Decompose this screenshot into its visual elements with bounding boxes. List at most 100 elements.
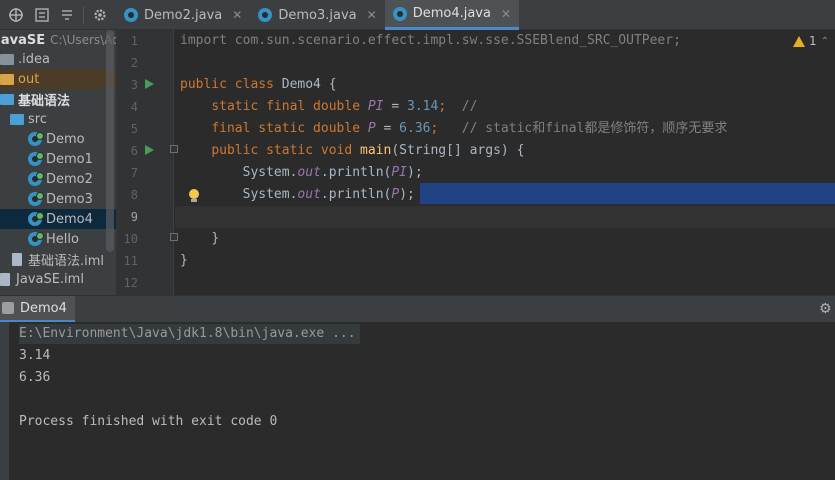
fold-marker-icon[interactable] [170,145,178,153]
tree-item-demo1[interactable]: Demo1 [0,149,116,169]
console-output-line: 3.14 [19,348,51,363]
tree-item-module[interactable]: 基础语法 [0,89,116,109]
tab-demo2[interactable]: Demo2.java ✕ [116,0,250,30]
run-config-icon [2,302,14,314]
class-icon [124,8,138,22]
code-line-3: public class Demo4 { [180,77,337,92]
tree-item-label: src [28,111,47,127]
close-icon[interactable]: ✕ [367,8,377,22]
console-finish-line: Process finished with exit code 0 [19,414,278,429]
run-tab-label: Demo4 [20,300,67,316]
tree-item-label: Demo [46,131,85,147]
gear-icon[interactable]: ⚙ [819,302,833,316]
line-number: 7 [130,166,138,180]
tree-scrollbar[interactable] [106,30,114,252]
toolbar-divider [83,6,85,24]
tree-item-label: 基础语法.iml [28,253,105,269]
iml-file-icon [12,252,22,266]
run-panel-header: Demo4 ⚙ [0,295,835,323]
caret-line-highlight [175,206,835,228]
inspection-widget[interactable]: 1 ⌃ [792,34,829,48]
console-output-line: 6.36 [19,370,51,385]
run-tab[interactable]: Demo4 [0,296,75,323]
project-tree: JavaSE C:\Users\Adm .idea out 基础语法 src D… [0,30,116,295]
editor-gutter: 1 2 3 4 5 6 7 8 9 10 11 12 [116,30,174,295]
tree-item-demo3[interactable]: Demo3 [0,189,116,209]
tree-item-module-iml[interactable]: 基础语法.iml [0,249,116,269]
chevron-down-icon: ⌃ [820,35,829,47]
tree-item-label: JavaSE.iml [16,271,84,287]
tab-label: Demo3.java [278,7,357,23]
line-number: 2 [130,56,138,70]
tree-item-label: Hello [46,231,79,247]
line-number: 6 [130,144,138,158]
code-line-10: } [211,231,220,246]
tree-item-demo2[interactable]: Demo2 [0,169,116,189]
tree-item-demo[interactable]: Demo [0,129,116,149]
class-icon [28,152,44,166]
tree-root[interactable]: JavaSE C:\Users\Adm [0,30,116,50]
project-toolbar [0,0,116,30]
class-icon [28,232,44,246]
code-line-6: public static void main(String[] args) { [211,143,525,158]
tree-item-javase-iml[interactable]: JavaSE.iml [0,269,116,289]
selection-highlight [420,183,835,204]
line-number: 5 [130,122,138,136]
folder-icon [0,73,14,85]
tree-item-label: Demo2 [46,171,93,187]
tab-label: Demo2.java [144,7,223,23]
tab-demo3[interactable]: Demo3.java ✕ [250,0,384,30]
tab-label: Demo4.java [412,6,491,21]
line-number: 10 [123,232,138,246]
target-icon[interactable] [6,5,26,25]
code-line-4: static final double PI = 3.14; // [211,99,478,114]
run-class-icon[interactable] [145,79,154,89]
top-bar: Demo2.java ✕ Demo3.java ✕ Demo4.java ✕ [0,0,835,30]
run-main-icon[interactable] [145,145,154,155]
tree-item-label: Demo3 [46,191,93,207]
class-icon [28,132,44,146]
tree-item-demo4[interactable]: Demo4 [0,209,116,229]
close-icon[interactable]: ✕ [232,8,242,22]
module-folder-icon [0,93,14,105]
code-editor[interactable]: 1 2 3 4 5 6 7 8 9 10 11 12 1 ⌃ import co… [116,30,835,295]
line-number: 1 [130,34,138,48]
console-toolbar-strip [0,322,9,480]
editor-tabs: Demo2.java ✕ Demo3.java ✕ Demo4.java ✕ [116,0,520,30]
tree-item-label: Demo4 [46,211,93,227]
line-number: 4 [130,100,138,114]
expand-all-icon[interactable] [32,5,52,25]
tree-item-hello[interactable]: Hello [0,229,116,249]
line-number: 8 [130,188,138,202]
tree-item-label: 基础语法 [18,93,71,109]
source-folder-icon [10,113,24,125]
close-icon[interactable]: ✕ [501,7,511,21]
line-number: 9 [130,210,138,224]
class-icon [28,192,44,206]
tree-item-label: out [18,71,40,87]
warning-count: 1 [808,34,817,48]
warning-icon [792,35,805,47]
gear-icon[interactable] [90,5,110,25]
tree-item-label: .idea [18,51,50,67]
class-icon [392,6,407,21]
line-number: 3 [130,78,138,92]
iml-file-icon [0,272,10,286]
tree-item-idea[interactable]: .idea [0,49,116,69]
tree-item-label: Demo1 [46,151,93,167]
code-line-5: final static double P = 6.36; // static和… [211,121,728,136]
line-number: 11 [123,254,138,268]
tree-item-out[interactable]: out [0,69,116,89]
fold-marker-icon[interactable] [170,233,178,241]
collapse-all-icon[interactable] [58,5,78,25]
console-command-line[interactable]: E:\Environment\Java\jdk1.8\bin\java.exe … [19,324,360,344]
folder-icon [0,53,14,65]
tab-demo4[interactable]: Demo4.java ✕ [384,0,520,30]
class-icon [28,172,44,186]
code-line-7: System.out.println(PI); [242,165,423,180]
code-line-8: System.out.println(P); [242,187,415,202]
line-number: 12 [123,276,138,290]
code-line-1: import com.sun.scenario.effect.impl.sw.s… [180,33,681,48]
tree-item-src[interactable]: src [0,109,116,129]
run-console[interactable]: E:\Environment\Java\jdk1.8\bin\java.exe … [0,322,835,480]
